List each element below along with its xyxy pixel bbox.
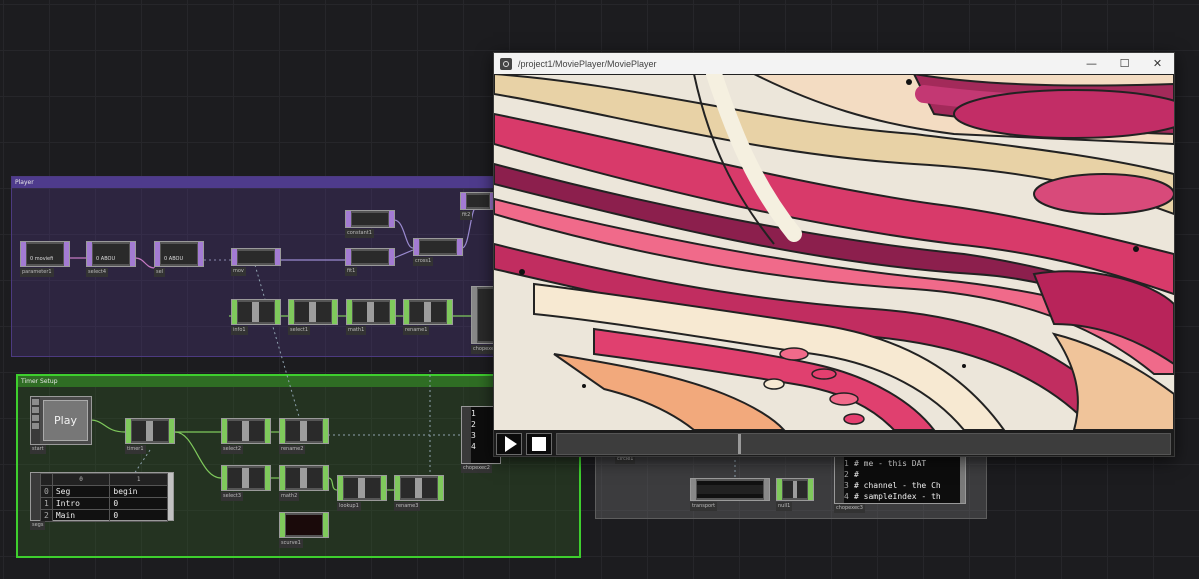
mov-label: mov [231,267,246,276]
code-line: 1 # me - this DAT [844,459,927,468]
code-line: 4 # sampleIndex - th [844,492,941,501]
constant1-label: constant1 [345,229,374,238]
select4-label: select4 [86,268,109,277]
chopexec3-node[interactable]: 1 # me - this DAT 2 # 3 # channel - the Ch … [834,456,966,513]
table-row[interactable]: 1 Intro 0 [40,497,168,510]
close-button[interactable]: ✕ [1141,53,1174,74]
table-cell[interactable]: 0 [109,497,168,510]
play-icon [504,436,517,452]
math1-node[interactable]: math1 [346,299,396,335]
table-cell[interactable]: Main [51,509,111,522]
table-row[interactable]: 2 Main 0 [40,509,168,522]
table-cell[interactable]: Seg [51,485,111,498]
rename2-node[interactable]: rename2 [279,418,329,454]
select1-label: select1 [288,326,311,335]
segs-label: segs [30,521,46,530]
null1-label: null1 [776,502,793,511]
rename1-node[interactable]: rename1 [403,299,453,335]
constant1-node[interactable]: constant1 [345,210,395,238]
chopexec2-label: chopexec2 [461,464,492,473]
minimize-button[interactable]: — [1075,53,1108,74]
fit1-label: fit1 [345,267,358,276]
play-panel-button[interactable]: Play [43,400,88,441]
timer1-node[interactable]: timer1 [125,418,175,454]
transport-node[interactable]: transport [690,478,770,511]
select4-node[interactable]: 0 ABOU select4 [86,241,136,277]
fit2-label: fit2 [460,211,473,220]
rename1-label: rename1 [403,326,430,335]
math1-label: math1 [346,326,367,335]
movie-frame [494,74,1174,430]
fit2-node[interactable]: fit2 [460,192,496,220]
info1-label: info1 [231,326,248,335]
select2-label: select2 [221,445,244,454]
table-row[interactable]: 0 Seg begin [40,485,168,498]
fit1-node[interactable]: fit1 [345,248,395,276]
select3-node[interactable]: select3 [221,465,271,501]
math2-node[interactable]: math2 [279,465,329,501]
transport-label: transport [690,502,718,511]
math2-label: math2 [279,492,300,501]
movie-artwork [494,74,1174,430]
table-cell[interactable]: begin [109,485,168,498]
select2-node[interactable]: select2 [221,418,271,454]
select1-node[interactable]: select1 [288,299,338,335]
code-line: 3 # channel - the Ch [844,481,941,490]
rename2-label: rename2 [279,445,306,454]
stop-icon [532,437,546,451]
segs-col-0-header: 0 [51,473,111,486]
timer1-label: timer1 [125,445,146,454]
code-line: 2 # [844,470,859,479]
segs-col-1-header: 1 [109,473,168,486]
scurve1-label: scurve1 [279,539,303,548]
lookup1-node[interactable]: lookup1 [337,475,387,511]
cross1-label: cross1 [413,257,434,266]
scurve1-node[interactable]: scurve1 [279,512,329,548]
stop-button[interactable] [526,433,552,455]
viewer-title: /project1/MoviePlayer/MoviePlayer [518,58,657,69]
table-cell[interactable]: Intro [51,497,111,510]
info1-node[interactable]: info1 [231,299,281,335]
mov-node[interactable]: mov [231,248,281,276]
rename3-node[interactable]: rename3 [394,475,444,511]
sel-label: sel [154,268,166,277]
seek-thumb[interactable] [738,434,741,454]
movie-viewer-window[interactable]: /project1/MoviePlayer/MoviePlayer — ☐ ✕ [493,52,1175,457]
sel-node[interactable]: 0 ABOU sel [154,241,204,277]
null1-node[interactable]: null1 [776,478,814,511]
select3-label: select3 [221,492,244,501]
chopexec3-label: chopexec3 [834,504,865,513]
lookup1-label: lookup1 [337,502,361,511]
start-node[interactable]: Play start [30,396,92,454]
parameter1-node[interactable]: 0 moviefi parameter1 [20,241,70,277]
maximize-button[interactable]: ☐ [1108,53,1141,74]
seek-bar[interactable] [556,433,1171,455]
table-cell[interactable]: 0 [109,509,168,522]
start-node-icons [31,397,40,444]
play-button[interactable] [496,433,522,455]
parameter1-label: parameter1 [20,268,54,277]
rename3-label: rename3 [394,502,421,511]
player-controls [494,430,1174,456]
viewer-title-bar[interactable]: /project1/MoviePlayer/MoviePlayer — ☐ ✕ [494,53,1174,74]
cross1-node[interactable]: cross1 [413,238,463,266]
start-label: start [30,445,46,454]
player-container-title: Player [12,177,499,188]
touchdesigner-app-icon [500,57,512,70]
segs-table-node[interactable]: 0 1 0 Seg begin 1 Intro 0 2 Main 0 segs [30,472,174,530]
segs-table[interactable]: 0 1 0 Seg begin 1 Intro 0 2 Main 0 [40,473,168,522]
